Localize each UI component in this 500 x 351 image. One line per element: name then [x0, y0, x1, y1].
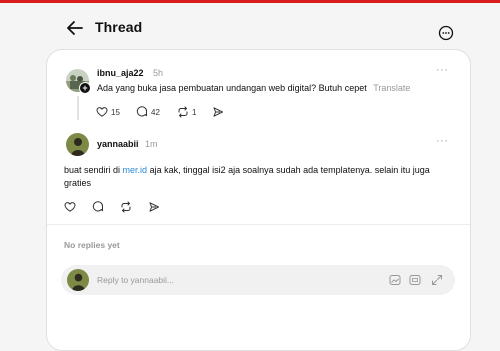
comment-button[interactable]: 42 — [136, 106, 160, 118]
post-time: 5h — [153, 68, 164, 78]
heart-icon — [96, 107, 108, 117]
expand-icon[interactable] — [431, 274, 443, 286]
comment-icon — [92, 201, 104, 212]
translate-link[interactable]: Translate — [373, 83, 410, 93]
reply-more-icon[interactable]: ··· — [436, 135, 449, 147]
like-count: 15 — [111, 107, 120, 117]
post-more-icon[interactable]: ··· — [436, 64, 449, 76]
reply-input-avatar — [67, 269, 89, 291]
reply-repost-button[interactable] — [120, 201, 132, 213]
thread-card: + ibnu_aja22 5h ··· Ada yang buka jasa p… — [46, 49, 471, 351]
reply-link[interactable]: mer.id — [123, 165, 148, 175]
post-body: Ada yang buka jasa pembuatan undangan we… — [97, 83, 367, 93]
repost-icon — [121, 201, 131, 213]
image-icon[interactable] — [389, 274, 401, 286]
repost-button[interactable]: 1 — [177, 106, 196, 118]
reply-input[interactable]: Reply to yannaabii... — [61, 265, 455, 295]
comment-count: 42 — [151, 107, 160, 117]
thread-connector-line — [76, 96, 79, 120]
like-button[interactable]: 15 — [96, 106, 120, 118]
follow-plus-icon[interactable]: + — [79, 82, 91, 94]
share-icon — [213, 107, 223, 117]
heart-icon — [64, 202, 76, 212]
username-yannaabii[interactable]: yannaabii — [97, 139, 139, 149]
username-ibnu[interactable]: ibnu_aja22 — [97, 68, 144, 78]
repost-count: 1 — [192, 107, 197, 117]
no-replies-label: No replies yet — [64, 240, 120, 250]
reply-time: 1m — [145, 139, 158, 149]
avatar-yannaabii[interactable] — [66, 133, 89, 156]
post-text: Ada yang buka jasa pembuatan undangan we… — [97, 82, 457, 95]
comment-icon — [136, 106, 148, 117]
repost-icon — [178, 106, 188, 118]
reply-comment-button[interactable] — [92, 201, 104, 213]
reply-text: buat sendiri di mer.id aja kak, tinggal … — [64, 164, 448, 190]
more-options-icon[interactable] — [438, 25, 454, 41]
thread-header: Thread — [0, 3, 500, 51]
gif-icon[interactable] — [409, 274, 421, 286]
reply-like-button[interactable] — [64, 201, 76, 213]
share-icon — [149, 202, 159, 212]
back-arrow-icon[interactable] — [64, 17, 86, 39]
reply-share-button[interactable] — [148, 201, 160, 213]
section-divider — [47, 224, 470, 225]
share-button[interactable] — [212, 106, 224, 118]
reply-text-start: buat sendiri di — [64, 165, 123, 175]
page-title: Thread — [95, 19, 143, 35]
reply-placeholder: Reply to yannaabii... — [97, 275, 175, 285]
